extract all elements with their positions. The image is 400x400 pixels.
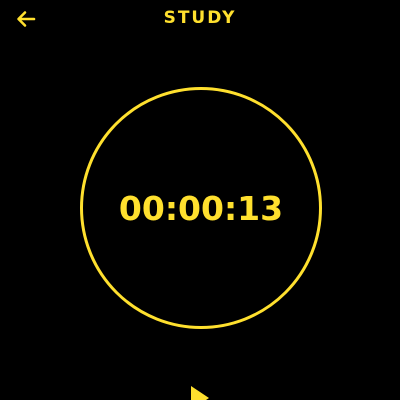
play-button[interactable]: [186, 384, 214, 400]
elapsed-time: 00:00:13: [118, 188, 284, 228]
play-icon: [186, 384, 214, 400]
header: STUDY: [0, 0, 400, 40]
page-title: STUDY: [163, 8, 237, 28]
timer-ring: 00:00:13: [80, 87, 322, 329]
timer-screen: STUDY 00:00:13: [0, 0, 400, 400]
